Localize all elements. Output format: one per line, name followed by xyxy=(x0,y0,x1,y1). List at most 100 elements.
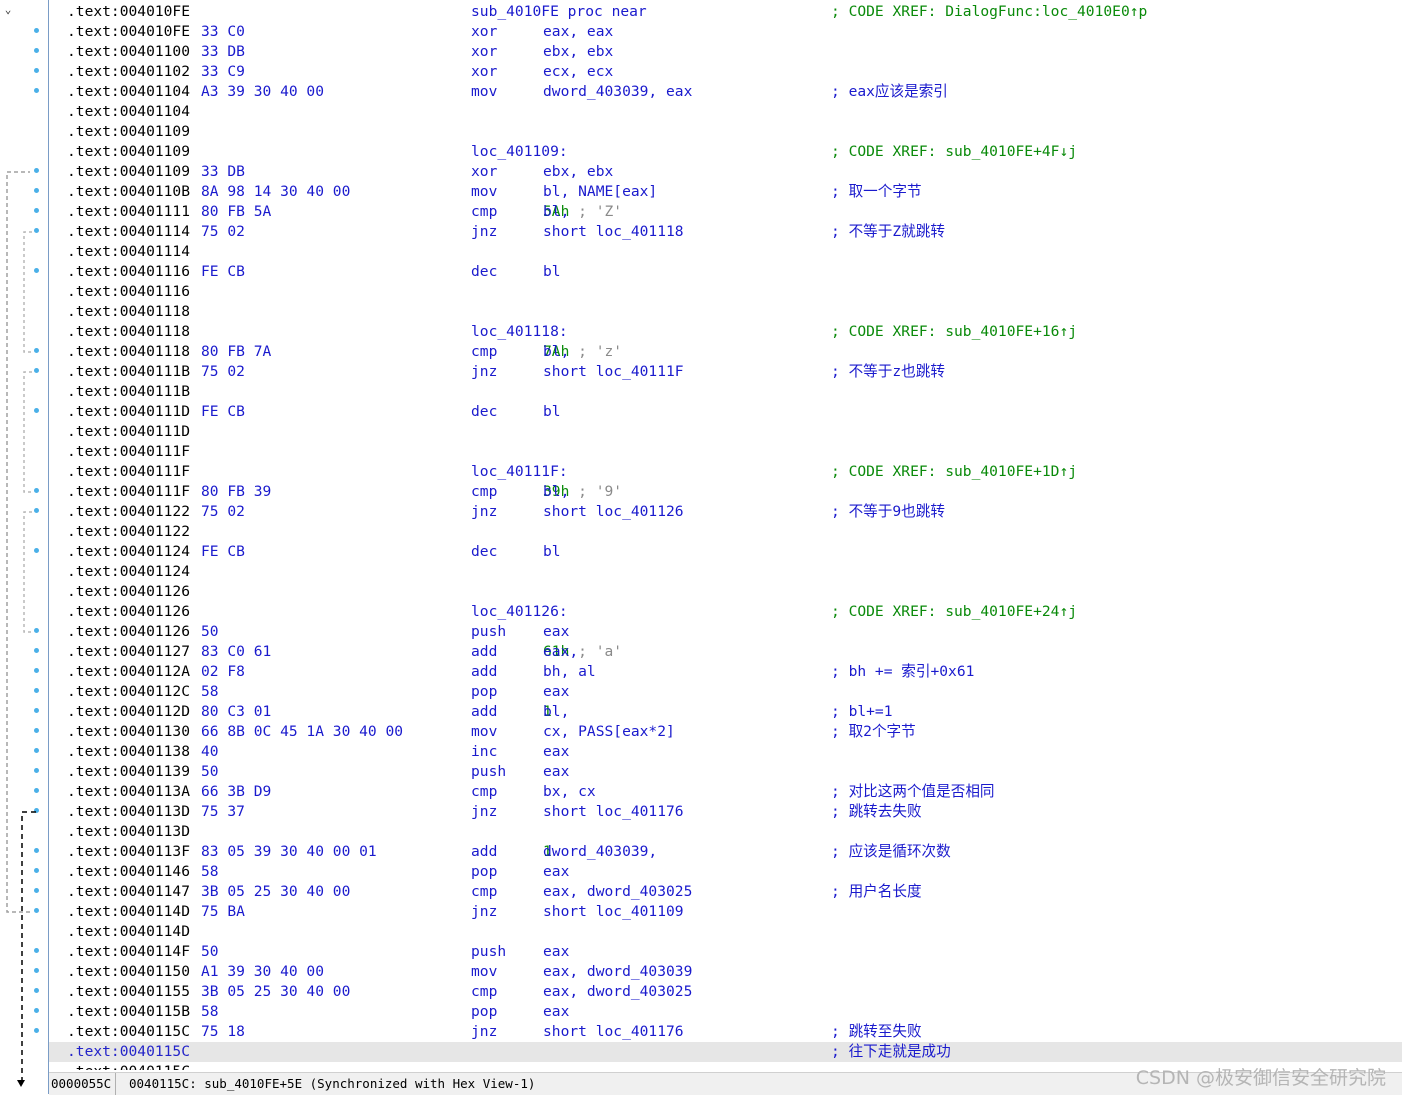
row-address[interactable]: .text:00401118 xyxy=(67,342,190,362)
row-address[interactable]: .text:0040111F xyxy=(67,442,190,462)
listing-row[interactable]: .text:0040112A 02 F8 add bh, al ; bh += 索引+0… xyxy=(49,662,1402,682)
listing-row[interactable]: .text:0040113A 66 3B D9 cmp bx, cx ; 对比这两个值是… xyxy=(49,782,1402,802)
row-operands[interactable]: bl, 7Ah ; 'z' xyxy=(543,342,622,362)
listing-row[interactable]: .text:00401104 A3 39 30 40 00 mov dword_403… xyxy=(49,82,1402,102)
listing-row[interactable]: .text:00401111 80 FB 5A cmp bl, 5Ah ; 'Z' xyxy=(49,202,1402,222)
row-address[interactable]: .text:00401130 xyxy=(67,722,190,742)
listing-row[interactable]: .text:00401124 xyxy=(49,562,1402,582)
listing-row[interactable]: .text:0040113D 75 37 jnz short loc_401176 ; … xyxy=(49,802,1402,822)
row-label[interactable]: loc_40111F: xyxy=(471,462,568,482)
row-label[interactable]: loc_401109: xyxy=(471,142,568,162)
row-address[interactable]: .text:0040113A xyxy=(67,782,190,802)
listing-row[interactable]: .text:00401109 xyxy=(49,122,1402,142)
row-address[interactable]: .text:0040111D xyxy=(67,402,190,422)
listing-row[interactable]: .text:00401118 xyxy=(49,302,1402,322)
row-operands[interactable]: eax, 61h ; 'a' xyxy=(543,642,622,662)
row-address[interactable]: .text:00401114 xyxy=(67,242,190,262)
row-address[interactable]: .text:00401124 xyxy=(67,562,190,582)
listing-row[interactable]: .text:00401146 58 pop eax xyxy=(49,862,1402,882)
row-address[interactable]: .text:00401126 xyxy=(67,602,190,622)
listing-row[interactable]: .text:00401127 83 C0 61 add eax, 61h ; 'a' xyxy=(49,642,1402,662)
row-address[interactable]: .text:0040111B xyxy=(67,382,190,402)
row-address[interactable]: .text:0040115C xyxy=(67,1022,190,1042)
row-address[interactable]: .text:0040115C xyxy=(67,1042,190,1062)
listing-row[interactable]: .text:00401118 loc_401118: ; CODE XREF: su… xyxy=(49,322,1402,342)
row-address[interactable]: .text:00401126 xyxy=(67,582,190,602)
listing-row[interactable]: .text:0040111F xyxy=(49,442,1402,462)
row-address[interactable]: .text:00401146 xyxy=(67,862,190,882)
listing-row[interactable]: .text:00401109 33 DB xor ebx, ebx xyxy=(49,162,1402,182)
listing-row[interactable]: .text:00401130 66 8B 0C 45 1A 30 40 00 mov… xyxy=(49,722,1402,742)
listing-row[interactable]: .text:00401109 loc_401109: ; CODE XREF: su… xyxy=(49,142,1402,162)
row-address[interactable]: .text:004010FE xyxy=(67,2,190,22)
row-xref-comment[interactable]: ; CODE XREF: DialogFunc:loc_4010E0↑p xyxy=(831,2,1147,22)
row-address[interactable]: .text:00401122 xyxy=(67,502,190,522)
listing-row[interactable]: .text:00401114 75 02 jnz short loc_401118 ; … xyxy=(49,222,1402,242)
row-address[interactable]: .text:00401118 xyxy=(67,322,190,342)
listing-row[interactable]: .text:00401116 FE CB dec bl xyxy=(49,262,1402,282)
listing-row[interactable]: .text:00401150 A1 39 30 40 00 mov eax, dwor… xyxy=(49,962,1402,982)
listing-row[interactable]: .text:00401147 3B 05 25 30 40 00 cmp eax, d… xyxy=(49,882,1402,902)
row-operands[interactable]: bl, 5Ah ; 'Z' xyxy=(543,202,622,222)
listing-row[interactable]: .text:0040111F 80 FB 39 cmp bl, 39h ; '9' xyxy=(49,482,1402,502)
row-address[interactable]: .text:0040114D xyxy=(67,902,190,922)
row-xref-comment[interactable]: ; CODE XREF: sub_4010FE+4F↓j xyxy=(831,142,1077,162)
row-address[interactable]: .text:0040113F xyxy=(67,842,190,862)
row-address[interactable]: .text:0040114D xyxy=(67,922,190,942)
listing-row[interactable]: .text:0040111B 75 02 jnz short loc_40111F ; … xyxy=(49,362,1402,382)
listing-row[interactable]: .text:004010FE 33 C0 xor eax, eax xyxy=(49,22,1402,42)
listing-row[interactable]: .text:0040111D FE CB dec bl xyxy=(49,402,1402,422)
row-address[interactable]: .text:00401104 xyxy=(67,102,190,122)
listing-row[interactable]: .text:00401155 3B 05 25 30 40 00 cmp eax, d… xyxy=(49,982,1402,1002)
row-address[interactable]: .text:0040111F xyxy=(67,482,190,502)
listing-row[interactable]: .text:0040111D xyxy=(49,422,1402,442)
row-operands[interactable]: bl, 1 xyxy=(543,702,569,722)
row-address[interactable]: .text:00401126 xyxy=(67,622,190,642)
row-address[interactable]: .text:0040114F xyxy=(67,942,190,962)
listing-row[interactable]: .text:0040115C 75 18 jnz short loc_401176 ; … xyxy=(49,1022,1402,1042)
row-label[interactable]: loc_401126: xyxy=(471,602,568,622)
row-operands[interactable]: dword_403039, 1 xyxy=(543,842,657,862)
row-address[interactable]: .text:0040112C xyxy=(67,682,190,702)
collapse-icon[interactable]: ⌄ xyxy=(2,4,14,16)
row-address[interactable]: .text:0040111F xyxy=(67,462,190,482)
row-address[interactable]: .text:00401109 xyxy=(67,162,190,182)
row-address[interactable]: .text:004010FE xyxy=(67,22,190,42)
row-label[interactable]: sub_4010FE proc near xyxy=(471,2,647,22)
row-xref-comment[interactable]: ; CODE XREF: sub_4010FE+16↑j xyxy=(831,322,1077,342)
listing-row[interactable]: .text:0040112D 80 C3 01 add bl, 1 ; bl+=1 xyxy=(49,702,1402,722)
row-address[interactable]: .text:00401102 xyxy=(67,62,190,82)
listing-row[interactable]: .text:00401116 xyxy=(49,282,1402,302)
listing-row[interactable]: .text:00401100 33 DB xor ebx, ebx xyxy=(49,42,1402,62)
listing-row[interactable]: .text:0040115C ; 往下走就是成功 xyxy=(49,1042,1402,1062)
listing-row[interactable]: .text:0040113F 83 05 39 30 40 00 01 add dwo… xyxy=(49,842,1402,862)
listing-row[interactable]: .text:00401138 40 inc eax xyxy=(49,742,1402,762)
row-xref-comment[interactable]: ; CODE XREF: sub_4010FE+24↑j xyxy=(831,602,1077,622)
row-address[interactable]: .text:00401139 xyxy=(67,762,190,782)
listing-row[interactable]: .text:0040114D xyxy=(49,922,1402,942)
listing-row[interactable]: .text:00401122 75 02 jnz short loc_401126 ; … xyxy=(49,502,1402,522)
row-address[interactable]: .text:00401116 xyxy=(67,262,190,282)
row-address[interactable]: .text:00401147 xyxy=(67,882,190,902)
disassembly-listing[interactable]: .text:004010FE sub_4010FE proc near ; CODE… xyxy=(49,2,1402,1070)
listing-row[interactable]: .text:00401118 80 FB 7A cmp bl, 7Ah ; 'z' xyxy=(49,342,1402,362)
listing-row[interactable]: .text:00401126 50 push eax xyxy=(49,622,1402,642)
row-address[interactable]: .text:00401109 xyxy=(67,142,190,162)
row-address[interactable]: .text:0040113D xyxy=(67,822,190,842)
row-address[interactable]: .text:0040111B xyxy=(67,362,190,382)
listing-row[interactable]: .text:00401126 loc_401126: ; CODE XREF: su… xyxy=(49,602,1402,622)
row-address[interactable]: .text:00401118 xyxy=(67,302,190,322)
row-address[interactable]: .text:00401116 xyxy=(67,282,190,302)
listing-row[interactable]: .text:0040112C 58 pop eax xyxy=(49,682,1402,702)
row-xref-comment[interactable]: ; CODE XREF: sub_4010FE+1D↑j xyxy=(831,462,1077,482)
listing-row[interactable]: .text:0040113D xyxy=(49,822,1402,842)
row-address[interactable]: .text:0040115B xyxy=(67,1002,190,1022)
row-label[interactable]: loc_401118: xyxy=(471,322,568,342)
listing-row[interactable]: .text:0040114F 50 push eax xyxy=(49,942,1402,962)
listing-row[interactable]: .text:0040110B 8A 98 14 30 40 00 mov bl, NA… xyxy=(49,182,1402,202)
row-address[interactable]: .text:00401104 xyxy=(67,82,190,102)
listing-row[interactable]: .text:00401102 33 C9 xor ecx, ecx xyxy=(49,62,1402,82)
row-address[interactable]: .text:0040111D xyxy=(67,422,190,442)
listing-row[interactable]: .text:00401122 xyxy=(49,522,1402,542)
row-address[interactable]: .text:00401111 xyxy=(67,202,190,222)
